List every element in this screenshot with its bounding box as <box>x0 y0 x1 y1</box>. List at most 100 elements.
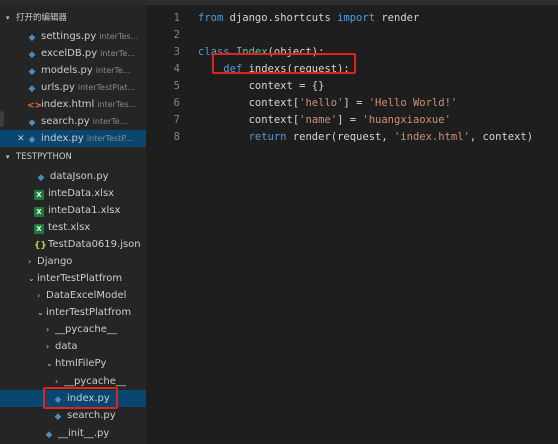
tree-folder[interactable]: ⌄ interTestPlatfrom <box>0 270 146 287</box>
tree-item[interactable]: ◆ search.py <box>0 407 146 424</box>
open-editor-item[interactable]: ◆ models.py interTe... <box>0 62 146 79</box>
line-number: 7 <box>173 114 180 126</box>
tree-item[interactable]: XinteData.xlsx <box>0 185 146 202</box>
python-file-icon: ◆ <box>54 412 62 422</box>
open-editor-path: interTestPlat... <box>77 83 135 92</box>
tree-folder[interactable]: › __pycache__ <box>0 321 146 338</box>
vscode-window: ▾ 打开的编辑器 ◆ settings.py interTes... ◆ excelDB… <box>0 0 558 444</box>
python-file-icon: ◆ <box>28 33 36 43</box>
annotation-box <box>212 53 356 74</box>
chevron-down-icon: ⌄ <box>37 308 44 317</box>
python-file-icon: ◆ <box>37 173 45 183</box>
tree-item-label: TestData0619.json <box>48 239 141 250</box>
chevron-right-icon: › <box>28 257 32 266</box>
close-icon[interactable]: ✕ <box>17 131 27 147</box>
tree-item-label: __pycache__ <box>64 376 126 387</box>
open-editor-path: interTes... <box>99 32 139 41</box>
chevron-down-icon: ▾ <box>6 14 10 22</box>
open-editor-path: interTe... <box>92 117 128 126</box>
code-token: 'hello' <box>299 97 344 109</box>
tree-item-label: htmlFilePy <box>55 358 107 369</box>
workspace-header[interactable]: ▾ TESTPYTHON <box>0 149 146 166</box>
code-line: from django.shortcuts import render <box>198 10 419 27</box>
code-token: ] = <box>343 97 369 109</box>
chevron-right-icon: › <box>46 342 50 351</box>
tree-item[interactable]: {}TestData0619.json <box>0 236 146 253</box>
line-number: 4 <box>173 63 180 75</box>
tree-item-label: __init__.py <box>58 428 110 439</box>
tree-folder[interactable]: ⌄ interTestPlatfrom <box>0 304 146 321</box>
open-editor-item-active[interactable]: ✕ ◆ index.py interTestP... <box>0 130 146 147</box>
open-editor-item[interactable]: ◆ excelDB.py interTe... <box>0 45 146 62</box>
tree-folder[interactable]: › Django <box>0 253 146 270</box>
code-token: render(request, <box>286 131 394 143</box>
chevron-down-icon: ▾ <box>6 153 10 161</box>
open-editor-path: interTestP... <box>86 134 133 143</box>
open-editor-path: interTes... <box>97 100 137 109</box>
python-file-icon: ◆ <box>45 430 53 440</box>
python-file-icon: ◆ <box>28 118 36 128</box>
excel-file-icon: X <box>34 190 44 200</box>
chevron-right-icon: › <box>37 291 41 300</box>
chevron-down-icon: ⌄ <box>46 359 53 368</box>
line-number: 8 <box>173 131 180 143</box>
tree-item[interactable]: Xtest.xlsx <box>0 219 146 236</box>
code-token: 'huangxiaoxue' <box>362 114 451 126</box>
tree-item-label: Django <box>37 256 73 267</box>
code-line: context = {} <box>198 80 325 92</box>
code-token: 'Hello World!' <box>368 97 458 109</box>
open-editor-item[interactable]: ◆ urls.py interTestPlat... <box>0 79 146 96</box>
code-editor[interactable]: 1 2 3 4 5 6 7 8 from django.shortcuts im… <box>146 0 558 444</box>
code-token: return <box>248 131 287 143</box>
tree-item-label: test.xlsx <box>48 222 91 233</box>
line-number: 3 <box>173 46 180 58</box>
open-editor-item[interactable]: ◆ settings.py interTes... <box>0 28 146 45</box>
chevron-right-icon: › <box>46 325 50 334</box>
open-editors-title: 打开的编辑器 <box>16 13 68 23</box>
open-editor-name: models.py <box>41 65 93 76</box>
code-token: 'index.html' <box>393 131 470 143</box>
code-token: context[ <box>198 114 300 126</box>
tree-item[interactable]: XinteData1.xlsx <box>0 202 146 219</box>
line-number: 6 <box>173 97 180 109</box>
tree-item-label: dataJson.py <box>50 171 109 182</box>
open-editor-item[interactable]: ◆ search.py interTe... <box>0 113 146 130</box>
code-token: ] = <box>337 114 363 126</box>
chevron-down-icon: ⌄ <box>28 274 35 283</box>
open-editor-name: index.html <box>41 99 95 110</box>
tree-item-label: data <box>55 341 78 352</box>
annotation-box <box>43 387 118 409</box>
json-file-icon: {} <box>34 241 47 251</box>
python-file-icon: ◆ <box>28 50 36 60</box>
python-file-icon: ◆ <box>28 135 36 145</box>
python-file-icon: ◆ <box>28 67 36 77</box>
open-editor-name: settings.py <box>41 31 97 42</box>
workspace-title: TESTPYTHON <box>16 152 72 162</box>
line-number: 5 <box>173 80 180 92</box>
explorer-sidebar: ▾ 打开的编辑器 ◆ settings.py interTes... ◆ excelDB… <box>0 0 146 444</box>
tree-item-label: search.py <box>67 410 116 421</box>
sidebar-top-strip <box>0 0 146 5</box>
editor-tab-strip <box>146 0 558 5</box>
tree-folder[interactable]: › data <box>0 338 146 355</box>
tree-item-label: DataExcelModel <box>46 290 127 301</box>
code-line: context['hello'] = 'Hello World!' <box>198 95 458 112</box>
tree-folder[interactable]: ⌄ htmlFilePy <box>0 355 146 372</box>
tree-item[interactable]: ◆ __init__.py <box>0 425 146 442</box>
code-token: import <box>337 12 376 24</box>
open-editor-path: interTe... <box>100 49 135 58</box>
python-file-icon: ◆ <box>28 84 36 94</box>
open-editor-name: search.py <box>41 116 90 127</box>
tree-item-label: interTestPlatfrom <box>37 273 123 284</box>
tree-item[interactable]: ◆ dataJson.py <box>0 168 146 185</box>
open-editor-name: index.py <box>41 133 84 144</box>
tree-item-label: inteData.xlsx <box>48 188 115 199</box>
excel-file-icon: X <box>34 207 44 217</box>
tree-folder[interactable]: › DataExcelModel <box>0 287 146 304</box>
code-line: return render(request, 'index.html', con… <box>198 129 533 146</box>
code-token: django.shortcuts <box>223 12 338 24</box>
open-editor-item[interactable]: <>index.html interTes... <box>0 96 146 113</box>
line-number: 2 <box>173 29 180 41</box>
open-editors-header[interactable]: ▾ 打开的编辑器 <box>0 10 146 27</box>
code-token: context[ <box>198 97 300 109</box>
